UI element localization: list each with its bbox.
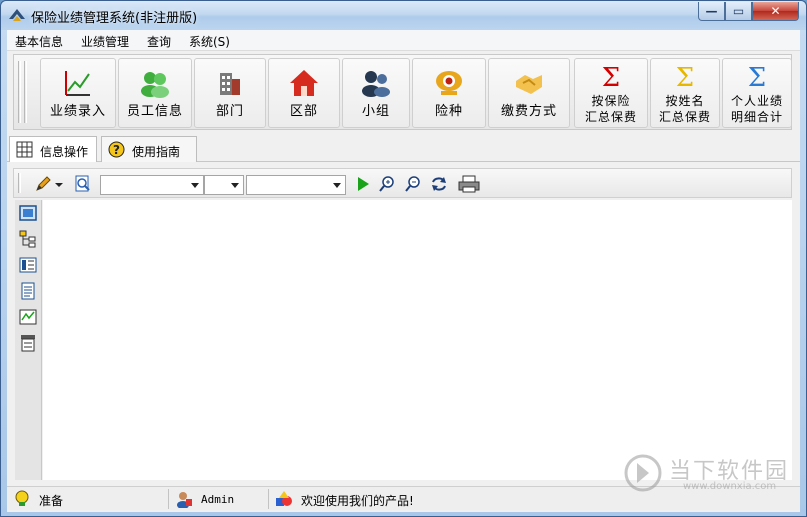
field-select[interactable] [100,175,204,195]
district-button[interactable]: 区部 [268,58,340,128]
close-button[interactable]: ✕ [752,2,799,21]
list-view-icon[interactable] [19,256,37,274]
insurance-type-button[interactable]: 险种 [412,58,486,128]
menu-query[interactable]: 查询 [147,33,171,50]
window-title: 保险业绩管理系统(非注册版) [31,11,198,26]
department-label: 部门 [215,104,244,119]
minimize-button[interactable]: — [698,2,725,21]
sum-by-insurance-button[interactable]: Σ 按保险 汇总保费 [574,58,648,128]
users-icon [141,72,169,98]
status-user-text: Admin [201,493,235,506]
maximize-button[interactable]: ▭ [725,2,752,21]
toolbar-grip[interactable] [24,61,27,123]
sum-by-name-button[interactable]: Σ 按姓名 汇总保费 [650,58,720,128]
value-select[interactable] [246,175,346,195]
zoom-in-icon[interactable] [378,175,396,193]
form-view-icon[interactable] [19,204,37,222]
svg-text:?: ? [113,143,120,157]
menu-bar: 基本信息 业绩管理 查询 系统(S) [7,30,800,51]
building-icon [220,73,240,95]
zoom-out-icon[interactable] [404,175,422,193]
title-bar[interactable]: 保险业绩管理系统(非注册版) — ▭ ✕ [1,1,806,30]
client-area: 基本信息 业绩管理 查询 系统(S) 业绩录入 员工信息 部门 区部 小组 险种… [7,30,800,512]
sum-by-name-label: 按姓名 汇总保费 [658,94,711,124]
sigma-icon: Σ [747,63,767,93]
tree-view-icon[interactable] [19,230,37,248]
house-icon [290,70,318,96]
lightbulb-icon [15,490,29,506]
tab-user-guide[interactable]: ? 使用指南 [101,136,197,162]
left-tool-strip [15,200,42,480]
watermark-logo-icon [624,454,662,492]
perf-entry-label: 业绩录入 [49,104,106,119]
staff-info-button[interactable]: 员工信息 [118,58,192,128]
operator-select[interactable] [204,175,244,195]
print-icon[interactable] [458,175,480,193]
toolbar-grip[interactable] [18,61,21,123]
grid-icon [16,141,33,158]
status-message-text: 欢迎使用我们的产品! [301,494,414,508]
search-icon[interactable] [74,175,92,193]
secondary-toolbar [13,168,792,198]
help-icon: ? [108,141,125,158]
team-button[interactable]: 小组 [342,58,410,128]
staff-info-label: 员工信息 [126,104,183,119]
handshake-icon [516,75,542,94]
report-icon[interactable] [19,334,37,352]
play-icon[interactable] [354,175,372,193]
user-icon [177,492,192,508]
status-state-text: 准备 [39,494,64,508]
menu-system[interactable]: 系统(S) [189,33,230,50]
insurance-type-label: 险种 [434,104,463,119]
watermark: 当下软件园 www.downxia.com [623,449,803,499]
status-user-cell: Admin [171,489,269,509]
personal-detail-label: 个人业绩 明细合计 [730,94,783,124]
pencil-icon[interactable] [34,175,52,193]
sigma-icon: Σ [675,63,695,93]
chevron-down-icon [191,183,199,188]
main-work-area[interactable] [43,200,792,480]
tab-info-operation-label: 信息操作 [40,145,89,159]
group-icon [362,71,390,97]
payment-method-button[interactable]: 缴费方式 [488,58,570,128]
team-label: 小组 [361,104,390,119]
sigma-icon: Σ [601,63,621,93]
tab-user-guide-label: 使用指南 [132,145,181,159]
refresh-icon[interactable] [430,175,448,193]
chart-view-icon[interactable] [19,308,37,326]
main-toolbar: 业绩录入 员工信息 部门 区部 小组 险种 缴费方式 Σ 按保险 汇总保费 Σ … [13,54,792,130]
chart-line-icon [65,71,90,96]
department-button[interactable]: 部门 [194,58,266,128]
tab-strip: 信息操作 ? 使用指南 [7,134,800,162]
eye-icon [436,71,462,95]
chevron-down-icon [231,183,239,188]
app-window: 保险业绩管理系统(非注册版) — ▭ ✕ 基本信息 业绩管理 查询 系统(S) … [0,0,807,517]
personal-detail-button[interactable]: Σ 个人业绩 明细合计 [722,58,792,128]
district-label: 区部 [289,104,318,119]
sum-by-insurance-label: 按保险 汇总保费 [584,94,637,124]
chevron-down-icon [333,183,341,188]
watermark-url: www.downxia.com [683,481,777,492]
shapes-icon [276,491,292,506]
app-logo-icon [9,9,25,21]
menu-basic-info[interactable]: 基本信息 [15,33,63,50]
status-state-cell: 准备 [9,489,169,509]
menu-performance[interactable]: 业绩管理 [81,33,129,50]
payment-method-label: 缴费方式 [500,104,557,119]
perf-entry-button[interactable]: 业绩录入 [40,58,116,128]
toolbar-grip[interactable] [18,173,21,193]
dropdown-arrow-icon[interactable] [54,175,64,193]
tab-info-operation[interactable]: 信息操作 [9,136,97,162]
document-icon[interactable] [19,282,37,300]
